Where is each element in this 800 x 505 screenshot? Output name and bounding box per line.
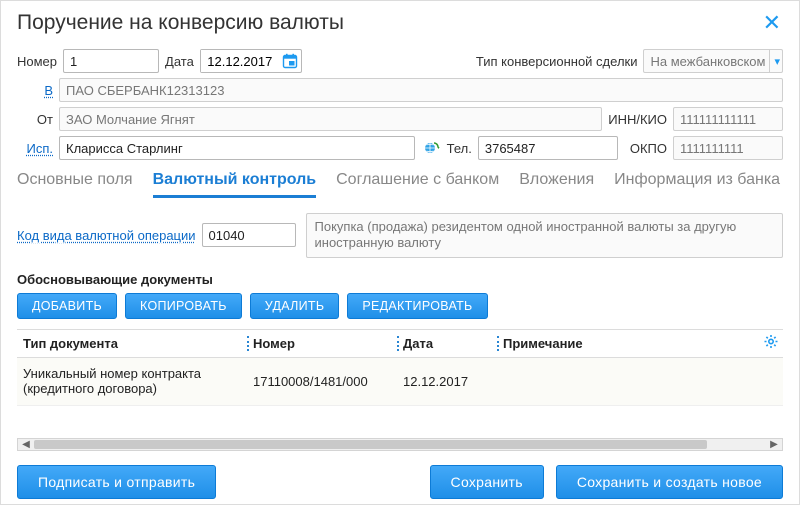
deal-type-select[interactable]: На межбанковском ▾: [643, 49, 783, 73]
okpo-label: ОКПО: [630, 141, 667, 156]
col-number[interactable]: Номер: [247, 334, 397, 353]
col-date[interactable]: Дата: [397, 334, 497, 353]
header-row: Номер Дата Тип конверсионной сделки На м…: [17, 49, 783, 73]
docs-table-header: Тип документа Номер Дата Примечание: [17, 329, 783, 358]
dialog-header: Поручение на конверсию валюты ✕: [17, 11, 783, 35]
cell-date: 12.12.2017: [397, 372, 497, 391]
cell-doc-type: Уникальный номер контракта (кредитного д…: [17, 364, 247, 399]
op-code-row: Код вида валютной операции Покупка (прод…: [17, 213, 783, 258]
tel-label: Тел.: [447, 141, 472, 156]
scroll-track[interactable]: [34, 439, 766, 450]
deal-type-label: Тип конверсионной сделки: [476, 54, 638, 69]
date-label: Дата: [165, 54, 194, 69]
delete-button[interactable]: УДАЛИТЬ: [250, 293, 340, 319]
scroll-right-icon[interactable]: ▶: [766, 439, 782, 450]
col-note[interactable]: Примечание: [497, 334, 783, 353]
horizontal-scrollbar[interactable]: ◀ ▶: [17, 438, 783, 451]
deal-type-group: Тип конверсионной сделки На межбанковско…: [476, 49, 783, 73]
from-input[interactable]: [59, 107, 602, 131]
op-code-input[interactable]: [202, 223, 296, 247]
from-label: От: [17, 112, 53, 127]
cell-number: 17110008/1481/000: [247, 372, 397, 391]
scroll-left-icon[interactable]: ◀: [18, 439, 34, 450]
tel-input[interactable]: [478, 136, 618, 160]
currency-conversion-order-dialog: Поручение на конверсию валюты ✕ Номер Да…: [0, 0, 800, 505]
inn-input[interactable]: [673, 107, 783, 131]
number-label: Номер: [17, 54, 57, 69]
close-icon[interactable]: ✕: [761, 12, 783, 34]
edit-button[interactable]: РЕДАКТИРОВАТЬ: [347, 293, 487, 319]
executor-input[interactable]: [59, 136, 415, 160]
copy-button[interactable]: КОПИРОВАТЬ: [125, 293, 242, 319]
gear-icon[interactable]: [763, 334, 779, 353]
sign-and-send-button[interactable]: Подписать и отправить: [17, 465, 216, 499]
from-row: От ИНН/КИО: [17, 107, 783, 131]
add-button[interactable]: ДОБАВИТЬ: [17, 293, 117, 319]
supporting-docs-title: Обосновывающие документы: [17, 272, 783, 287]
col-doc-type[interactable]: Тип документа: [17, 334, 247, 353]
tab-attachments[interactable]: Вложения: [519, 171, 594, 198]
date-field: [200, 49, 302, 73]
number-input[interactable]: [63, 49, 159, 73]
save-button[interactable]: Сохранить: [430, 465, 544, 499]
dialog-footer: Подписать и отправить Сохранить Сохранит…: [17, 465, 783, 499]
cell-note: [497, 379, 783, 383]
to-input[interactable]: [59, 78, 783, 102]
to-label[interactable]: В: [17, 83, 53, 98]
op-code-description: Покупка (продажа) резидентом одной иност…: [306, 213, 783, 258]
to-row: В: [17, 78, 783, 102]
tab-bank-info[interactable]: Информация из банка: [614, 171, 780, 198]
op-code-label[interactable]: Код вида валютной операции: [17, 228, 196, 243]
table-row[interactable]: Уникальный номер контракта (кредитного д…: [17, 358, 783, 406]
executor-label[interactable]: Исп.: [17, 141, 53, 156]
calendar-icon[interactable]: [279, 50, 301, 72]
tab-currency-control[interactable]: Валютный контроль: [153, 171, 317, 198]
executor-row: Исп. Тел. ОКПО: [17, 136, 783, 160]
date-input[interactable]: [201, 50, 279, 72]
save-and-new-button[interactable]: Сохранить и создать новое: [556, 465, 783, 499]
supporting-docs-toolbar: ДОБАВИТЬ КОПИРОВАТЬ УДАЛИТЬ РЕДАКТИРОВАТ…: [17, 293, 783, 319]
refresh-contact-icon[interactable]: [421, 138, 441, 158]
chevron-down-icon: ▾: [769, 50, 780, 72]
deal-type-value: На межбанковском: [650, 54, 765, 69]
dialog-title: Поручение на конверсию валюты: [17, 11, 344, 35]
tab-bank-agreement[interactable]: Соглашение с банком: [336, 171, 499, 198]
okpo-input[interactable]: [673, 136, 783, 160]
scroll-thumb[interactable]: [34, 440, 707, 449]
tab-bar: Основные поля Валютный контроль Соглашен…: [17, 171, 783, 199]
tab-main[interactable]: Основные поля: [17, 171, 133, 198]
inn-label: ИНН/КИО: [608, 112, 667, 127]
